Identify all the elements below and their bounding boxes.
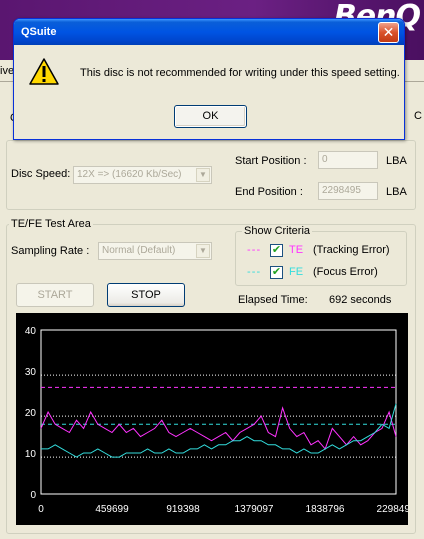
series-line-1 [41,403,397,458]
start-position-field[interactable]: 0 [318,151,378,169]
disc-speed-value: 12X => (16620 Kb/Sec) [77,169,182,180]
y-tick-label: 10 [25,449,37,460]
main-window-fragment-left: ive [0,65,15,77]
dialog-message: This disc is not recommended for writing… [80,67,400,79]
te-line-legend: - - - [247,244,260,256]
dialog-titlebar[interactable]: QSuite ✕ [14,19,404,45]
series-line-0 [40,406,397,450]
sampling-rate-value: Normal (Default) [102,245,176,256]
y-tick-label: 30 [25,367,37,378]
x-tick-label: 1838796 [306,504,345,515]
end-position-label: End Position : [235,186,303,198]
te-description: (Tracking Error) [313,244,390,256]
tefe-chart-svg: 0 10 20 30 40 0 459699 919398 1379097 1838796 2298… [25,326,416,515]
disc-speed-label: Disc Speed: [11,168,71,180]
end-lba-unit: LBA [386,186,407,198]
ok-button[interactable]: OK [174,105,247,128]
te-code: TE [289,244,304,256]
x-tick-label: 0 [38,504,44,515]
dialog-title: QSuite [21,26,57,38]
sampling-rate-label: Sampling Rate : [11,245,90,257]
plot-frame [40,329,397,495]
fe-checkbox[interactable]: ✔ [270,266,283,279]
fe-description: (Focus Error) [313,266,378,278]
te-checkbox[interactable]: ✔ [270,244,283,257]
start-button[interactable]: START [16,283,94,307]
tefe-test-area-title: TE/FE Test Area [9,218,93,230]
tefe-chart: 0 10 20 30 40 0 459699 919398 1379097 1838796 2298… [16,313,416,525]
x-tick-label: 2298495 [377,504,408,515]
end-position-field[interactable]: 2298495 [318,182,378,200]
main-window-fragment-right: C [414,110,422,122]
chevron-down-icon[interactable]: ▼ [196,168,210,182]
fe-line-legend: - - - [247,266,260,278]
y-tick-label: 0 [30,490,36,501]
elapsed-time-label: Elapsed Time: [238,294,308,306]
start-position-label: Start Position : [235,155,307,167]
x-tick-label: 919398 [166,504,200,515]
x-tick-label: 1379097 [235,504,274,515]
show-criteria-title: Show Criteria [242,225,313,237]
sampling-rate-select[interactable]: Normal (Default) ▼ [98,242,212,260]
elapsed-time-value: 692 seconds [329,294,392,306]
chevron-down-icon[interactable]: ▼ [196,244,210,258]
disc-speed-select[interactable]: 12X => (16620 Kb/Sec) ▼ [73,166,212,184]
warning-icon [29,58,59,85]
start-lba-unit: LBA [386,155,407,167]
y-tick-label: 40 [25,326,37,337]
x-tick-label: 459699 [95,504,129,515]
close-icon[interactable]: ✕ [378,22,399,43]
warning-dialog: QSuite ✕ This disc is not recommended fo… [13,18,405,140]
stop-button[interactable]: STOP [107,283,185,307]
y-tick-label: 20 [25,408,37,419]
fe-code: FE [289,266,304,278]
